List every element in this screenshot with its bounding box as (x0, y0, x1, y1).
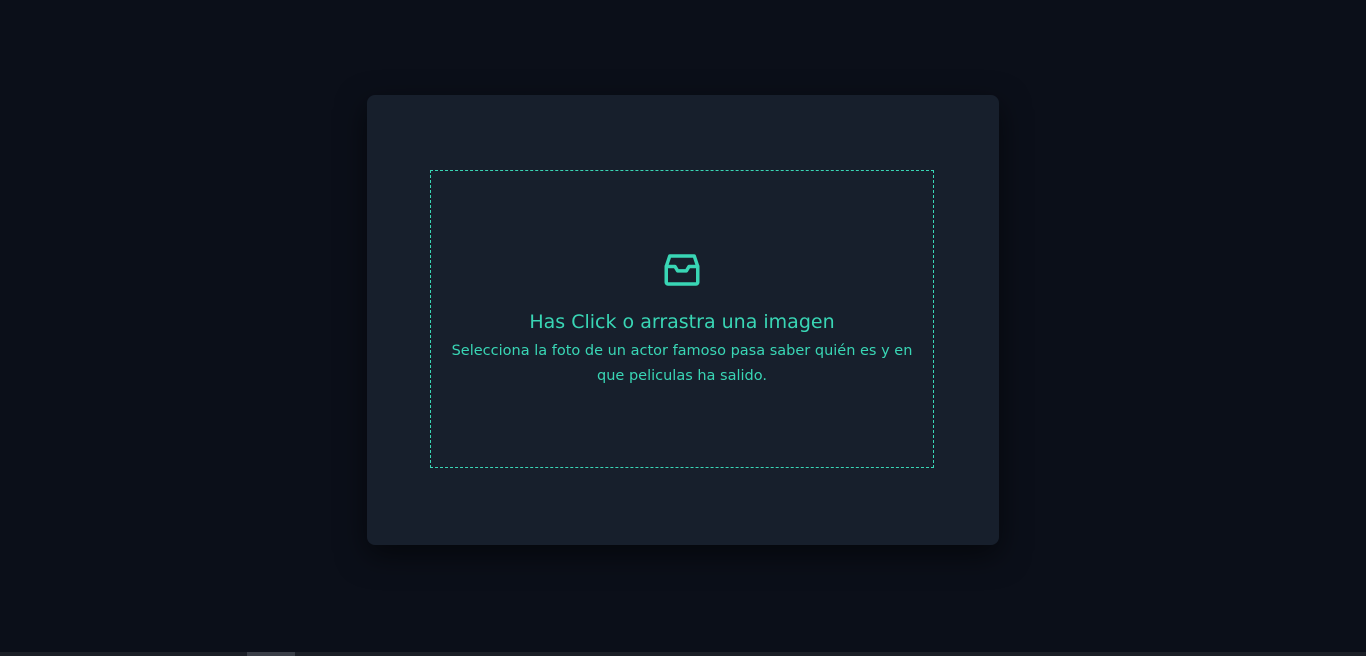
scrollbar-thumb[interactable] (247, 652, 295, 656)
dropzone-subtitle: Selecciona la foto de un actor famoso pa… (451, 343, 913, 384)
image-dropzone[interactable]: Has Click o arrastra una imagen Seleccio… (430, 170, 934, 468)
horizontal-scrollbar[interactable] (0, 652, 1366, 656)
page: Has Click o arrastra una imagen Seleccio… (0, 0, 1366, 656)
upload-card: Has Click o arrastra una imagen Seleccio… (367, 95, 999, 545)
inbox-icon (661, 249, 703, 291)
dropzone-title: Has Click o arrastra una imagen (529, 311, 835, 333)
